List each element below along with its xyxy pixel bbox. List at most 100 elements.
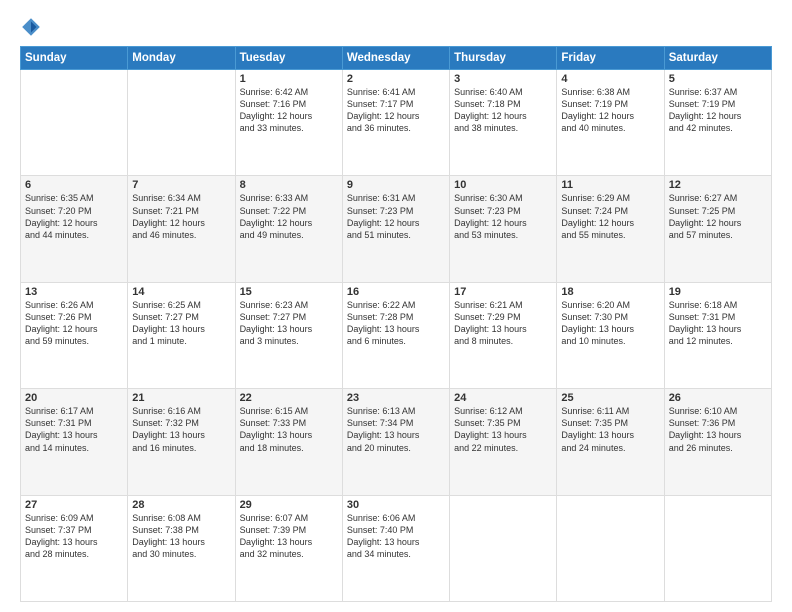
day-info: Sunrise: 6:20 AM Sunset: 7:30 PM Dayligh… <box>561 299 659 348</box>
day-number: 15 <box>240 286 338 298</box>
calendar-cell <box>128 70 235 176</box>
calendar-cell: 22Sunrise: 6:15 AM Sunset: 7:33 PM Dayli… <box>235 389 342 495</box>
weekday-header-tuesday: Tuesday <box>235 47 342 70</box>
calendar-cell: 26Sunrise: 6:10 AM Sunset: 7:36 PM Dayli… <box>664 389 771 495</box>
calendar-cell: 21Sunrise: 6:16 AM Sunset: 7:32 PM Dayli… <box>128 389 235 495</box>
calendar-cell: 5Sunrise: 6:37 AM Sunset: 7:19 PM Daylig… <box>664 70 771 176</box>
day-info: Sunrise: 6:22 AM Sunset: 7:28 PM Dayligh… <box>347 299 445 348</box>
calendar-cell <box>450 495 557 601</box>
calendar-week-5: 27Sunrise: 6:09 AM Sunset: 7:37 PM Dayli… <box>21 495 772 601</box>
calendar-cell: 28Sunrise: 6:08 AM Sunset: 7:38 PM Dayli… <box>128 495 235 601</box>
calendar-cell: 9Sunrise: 6:31 AM Sunset: 7:23 PM Daylig… <box>342 176 449 282</box>
weekday-header-thursday: Thursday <box>450 47 557 70</box>
day-number: 8 <box>240 179 338 191</box>
weekday-header-monday: Monday <box>128 47 235 70</box>
day-info: Sunrise: 6:13 AM Sunset: 7:34 PM Dayligh… <box>347 405 445 454</box>
calendar-body: 1Sunrise: 6:42 AM Sunset: 7:16 PM Daylig… <box>21 70 772 602</box>
day-info: Sunrise: 6:09 AM Sunset: 7:37 PM Dayligh… <box>25 512 123 561</box>
calendar-week-1: 1Sunrise: 6:42 AM Sunset: 7:16 PM Daylig… <box>21 70 772 176</box>
day-number: 3 <box>454 73 552 85</box>
day-number: 27 <box>25 499 123 511</box>
day-info: Sunrise: 6:31 AM Sunset: 7:23 PM Dayligh… <box>347 192 445 241</box>
calendar-cell: 30Sunrise: 6:06 AM Sunset: 7:40 PM Dayli… <box>342 495 449 601</box>
day-info: Sunrise: 6:25 AM Sunset: 7:27 PM Dayligh… <box>132 299 230 348</box>
day-number: 30 <box>347 499 445 511</box>
day-number: 19 <box>669 286 767 298</box>
header <box>20 16 772 38</box>
day-info: Sunrise: 6:30 AM Sunset: 7:23 PM Dayligh… <box>454 192 552 241</box>
day-info: Sunrise: 6:17 AM Sunset: 7:31 PM Dayligh… <box>25 405 123 454</box>
day-number: 21 <box>132 392 230 404</box>
calendar-cell <box>557 495 664 601</box>
day-number: 16 <box>347 286 445 298</box>
weekday-header-friday: Friday <box>557 47 664 70</box>
calendar-cell <box>21 70 128 176</box>
day-number: 2 <box>347 73 445 85</box>
calendar-cell: 15Sunrise: 6:23 AM Sunset: 7:27 PM Dayli… <box>235 282 342 388</box>
day-number: 20 <box>25 392 123 404</box>
day-info: Sunrise: 6:21 AM Sunset: 7:29 PM Dayligh… <box>454 299 552 348</box>
calendar-cell: 4Sunrise: 6:38 AM Sunset: 7:19 PM Daylig… <box>557 70 664 176</box>
day-number: 22 <box>240 392 338 404</box>
day-number: 28 <box>132 499 230 511</box>
calendar-cell: 6Sunrise: 6:35 AM Sunset: 7:20 PM Daylig… <box>21 176 128 282</box>
day-number: 1 <box>240 73 338 85</box>
day-info: Sunrise: 6:29 AM Sunset: 7:24 PM Dayligh… <box>561 192 659 241</box>
day-number: 6 <box>25 179 123 191</box>
weekday-row: SundayMondayTuesdayWednesdayThursdayFrid… <box>21 47 772 70</box>
calendar-cell <box>664 495 771 601</box>
day-number: 9 <box>347 179 445 191</box>
day-info: Sunrise: 6:18 AM Sunset: 7:31 PM Dayligh… <box>669 299 767 348</box>
day-number: 10 <box>454 179 552 191</box>
day-info: Sunrise: 6:11 AM Sunset: 7:35 PM Dayligh… <box>561 405 659 454</box>
calendar-cell: 25Sunrise: 6:11 AM Sunset: 7:35 PM Dayli… <box>557 389 664 495</box>
calendar-week-2: 6Sunrise: 6:35 AM Sunset: 7:20 PM Daylig… <box>21 176 772 282</box>
calendar-cell: 13Sunrise: 6:26 AM Sunset: 7:26 PM Dayli… <box>21 282 128 388</box>
day-number: 24 <box>454 392 552 404</box>
day-info: Sunrise: 6:12 AM Sunset: 7:35 PM Dayligh… <box>454 405 552 454</box>
logo-icon <box>20 16 42 38</box>
day-info: Sunrise: 6:33 AM Sunset: 7:22 PM Dayligh… <box>240 192 338 241</box>
weekday-header-sunday: Sunday <box>21 47 128 70</box>
calendar-cell: 20Sunrise: 6:17 AM Sunset: 7:31 PM Dayli… <box>21 389 128 495</box>
day-info: Sunrise: 6:34 AM Sunset: 7:21 PM Dayligh… <box>132 192 230 241</box>
page: SundayMondayTuesdayWednesdayThursdayFrid… <box>0 0 792 612</box>
calendar-cell: 23Sunrise: 6:13 AM Sunset: 7:34 PM Dayli… <box>342 389 449 495</box>
day-number: 12 <box>669 179 767 191</box>
day-number: 18 <box>561 286 659 298</box>
calendar-cell: 10Sunrise: 6:30 AM Sunset: 7:23 PM Dayli… <box>450 176 557 282</box>
day-info: Sunrise: 6:06 AM Sunset: 7:40 PM Dayligh… <box>347 512 445 561</box>
logo <box>20 16 44 38</box>
calendar-table: SundayMondayTuesdayWednesdayThursdayFrid… <box>20 46 772 602</box>
day-number: 4 <box>561 73 659 85</box>
calendar-cell: 7Sunrise: 6:34 AM Sunset: 7:21 PM Daylig… <box>128 176 235 282</box>
day-number: 13 <box>25 286 123 298</box>
day-number: 17 <box>454 286 552 298</box>
calendar-week-3: 13Sunrise: 6:26 AM Sunset: 7:26 PM Dayli… <box>21 282 772 388</box>
day-info: Sunrise: 6:37 AM Sunset: 7:19 PM Dayligh… <box>669 86 767 135</box>
day-info: Sunrise: 6:42 AM Sunset: 7:16 PM Dayligh… <box>240 86 338 135</box>
calendar-cell: 24Sunrise: 6:12 AM Sunset: 7:35 PM Dayli… <box>450 389 557 495</box>
day-info: Sunrise: 6:27 AM Sunset: 7:25 PM Dayligh… <box>669 192 767 241</box>
day-info: Sunrise: 6:23 AM Sunset: 7:27 PM Dayligh… <box>240 299 338 348</box>
day-info: Sunrise: 6:10 AM Sunset: 7:36 PM Dayligh… <box>669 405 767 454</box>
calendar-cell: 8Sunrise: 6:33 AM Sunset: 7:22 PM Daylig… <box>235 176 342 282</box>
calendar-cell: 11Sunrise: 6:29 AM Sunset: 7:24 PM Dayli… <box>557 176 664 282</box>
day-number: 14 <box>132 286 230 298</box>
calendar-cell: 29Sunrise: 6:07 AM Sunset: 7:39 PM Dayli… <box>235 495 342 601</box>
day-number: 23 <box>347 392 445 404</box>
calendar-cell: 2Sunrise: 6:41 AM Sunset: 7:17 PM Daylig… <box>342 70 449 176</box>
calendar-cell: 18Sunrise: 6:20 AM Sunset: 7:30 PM Dayli… <box>557 282 664 388</box>
day-info: Sunrise: 6:07 AM Sunset: 7:39 PM Dayligh… <box>240 512 338 561</box>
day-number: 29 <box>240 499 338 511</box>
weekday-header-wednesday: Wednesday <box>342 47 449 70</box>
day-number: 25 <box>561 392 659 404</box>
calendar-cell: 27Sunrise: 6:09 AM Sunset: 7:37 PM Dayli… <box>21 495 128 601</box>
day-number: 26 <box>669 392 767 404</box>
day-info: Sunrise: 6:35 AM Sunset: 7:20 PM Dayligh… <box>25 192 123 241</box>
calendar-cell: 1Sunrise: 6:42 AM Sunset: 7:16 PM Daylig… <box>235 70 342 176</box>
day-number: 5 <box>669 73 767 85</box>
day-info: Sunrise: 6:08 AM Sunset: 7:38 PM Dayligh… <box>132 512 230 561</box>
day-info: Sunrise: 6:38 AM Sunset: 7:19 PM Dayligh… <box>561 86 659 135</box>
day-info: Sunrise: 6:40 AM Sunset: 7:18 PM Dayligh… <box>454 86 552 135</box>
